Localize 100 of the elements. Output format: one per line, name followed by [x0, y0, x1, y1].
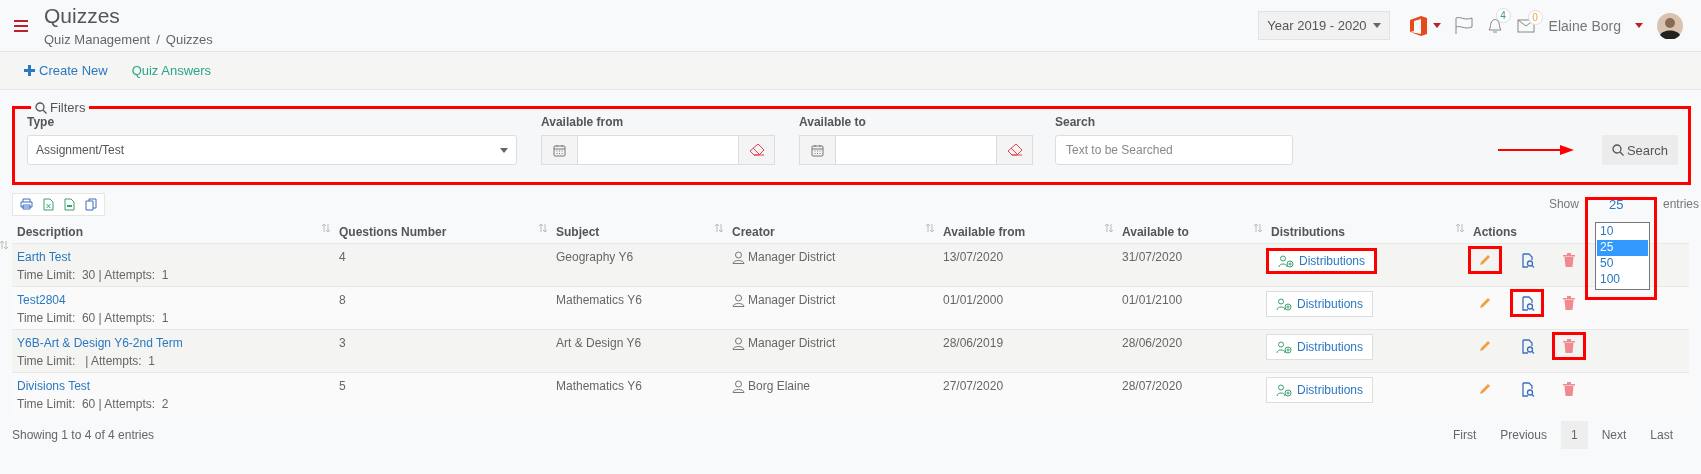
table-cell-text: Mathematics Y6 [555, 293, 643, 307]
spreadsheet-icon[interactable] [43, 197, 54, 211]
table-cell-text: Art & Design Y6 [555, 336, 643, 350]
distributions-button[interactable]: Distributions [1266, 291, 1374, 317]
page-length-select[interactable]: 25 [1608, 196, 1639, 212]
table-cell-text: 28/07/2020 [1121, 379, 1184, 393]
bell-icon[interactable] [1486, 17, 1503, 34]
calendar-icon [553, 143, 566, 157]
caret-icon [1372, 23, 1381, 28]
user-icon [732, 336, 745, 350]
user-name[interactable]: Elaine Borg [1548, 17, 1621, 34]
sort-icon[interactable] [1105, 222, 1113, 233]
type-select[interactable]: Assignment/Test [27, 135, 517, 165]
pagination-button[interactable]: Previous [1490, 421, 1557, 449]
pagination-button[interactable]: Next [1591, 421, 1637, 449]
distributions-button[interactable]: Distributions [1266, 248, 1378, 274]
view-button[interactable] [1510, 289, 1544, 317]
users-icon [1276, 383, 1292, 397]
search-icon [1611, 144, 1624, 156]
users-icon [1278, 254, 1294, 268]
pagination-button[interactable]: Last [1640, 421, 1683, 449]
sort-icon[interactable] [1254, 222, 1262, 233]
page-title: Quizzes [44, 4, 121, 28]
column-header[interactable]: Actions [1473, 224, 1517, 239]
search-icon [35, 101, 47, 114]
column-header[interactable]: Available to [1122, 224, 1189, 239]
edit-button[interactable] [1468, 246, 1502, 274]
entries-label: entries [1662, 197, 1699, 211]
flag-icon[interactable] [1454, 17, 1473, 34]
quiz-answers-link[interactable]: Quiz Answers [131, 63, 212, 78]
quiz-meta: Time Limit: 60 | Attempts: 2 [17, 397, 170, 411]
quiz-meta: Time Limit: 30 | Attempts: 1 [17, 268, 170, 282]
column-header[interactable]: Creator [732, 224, 775, 239]
sort-icon[interactable] [539, 222, 547, 233]
table-cell-text: Mathematics Y6 [555, 379, 643, 393]
search-button[interactable]: Search [1602, 135, 1678, 165]
caret-icon [1635, 23, 1643, 28]
caret-icon [500, 147, 508, 153]
pencil-icon [1478, 339, 1492, 353]
date-field[interactable] [799, 135, 1033, 165]
office-menu[interactable] [1409, 15, 1441, 36]
pencil-icon [1478, 253, 1492, 267]
dropdown-option[interactable]: 25 [1597, 240, 1648, 256]
year-select[interactable]: Year 2019 - 2020 [1258, 11, 1390, 40]
field-label: Available from [541, 115, 625, 129]
quiz-title-link[interactable]: Y6B-Art & Design Y6-2nd Term [17, 336, 334, 350]
distributions-button[interactable]: Distributions [1266, 377, 1374, 403]
calendar-icon [811, 143, 824, 157]
menu-icon[interactable] [14, 19, 28, 32]
trash-icon [1563, 339, 1575, 353]
user-icon [732, 293, 745, 307]
trash-icon [1563, 296, 1575, 310]
trash-icon [1563, 253, 1575, 267]
create-new-link[interactable]: Create New [24, 63, 108, 78]
eraser-icon[interactable] [1006, 143, 1023, 157]
column-header[interactable]: Subject [556, 224, 600, 239]
date-field[interactable] [541, 135, 775, 165]
users-icon [1276, 340, 1292, 354]
table-cell-text: 4 [338, 250, 347, 264]
table-cell-text: 5 [338, 379, 347, 393]
table-cell-text: 3 [338, 336, 347, 350]
column-header[interactable]: Description [17, 224, 83, 239]
quiz-meta: Time Limit: | Attempts: 1 [17, 354, 157, 368]
table-cell-text: Geography Y6 [555, 250, 635, 264]
document-search-icon [1519, 252, 1535, 268]
quiz-title-link[interactable]: Divisions Test [17, 379, 334, 393]
avatar[interactable] [1657, 12, 1683, 39]
file-icon[interactable] [64, 197, 75, 211]
table-cell-text: 01/01/2100 [1121, 293, 1184, 307]
column-header[interactable]: Distributions [1271, 224, 1345, 239]
users-icon [1276, 297, 1292, 311]
table-info: Showing 1 to 4 of 4 entries [12, 428, 155, 442]
sort-icon[interactable] [715, 222, 723, 233]
message-count: 0 [1527, 9, 1543, 25]
sort-icon[interactable] [322, 222, 330, 233]
distributions-button[interactable]: Distributions [1266, 334, 1374, 360]
quiz-title-link[interactable]: Earth Test [17, 250, 334, 264]
sort-icon[interactable] [1456, 222, 1464, 233]
pagination-button[interactable]: 1 [1560, 421, 1588, 449]
column-header[interactable]: Available from [943, 224, 1026, 239]
document-search-icon [1519, 295, 1535, 311]
quiz-title-link[interactable]: Test2804 [17, 293, 334, 307]
sort-icon[interactable] [926, 222, 934, 233]
table-cell-text: 27/07/2020 [942, 379, 1005, 393]
plus-icon [24, 65, 35, 76]
creator-name: Manager District [748, 293, 836, 307]
pencil-icon [1478, 296, 1492, 310]
search-field[interactable]: Text to be Searched [1055, 135, 1293, 165]
copy-icon[interactable] [85, 197, 97, 211]
breadcrumb-item[interactable]: Quiz Management [44, 32, 151, 47]
delete-button[interactable] [1552, 332, 1586, 360]
eraser-icon[interactable] [748, 143, 765, 157]
sort-icon[interactable] [0, 239, 8, 250]
table-cell-text: 28/06/2020 [1121, 336, 1184, 350]
column-header[interactable]: Questions Number [339, 224, 447, 239]
field-label: Search [1055, 115, 1097, 129]
pagination-button[interactable]: First [1442, 421, 1487, 449]
user-icon [732, 250, 745, 264]
filters-legend: Filters [50, 100, 86, 115]
print-icon[interactable] [20, 197, 33, 210]
